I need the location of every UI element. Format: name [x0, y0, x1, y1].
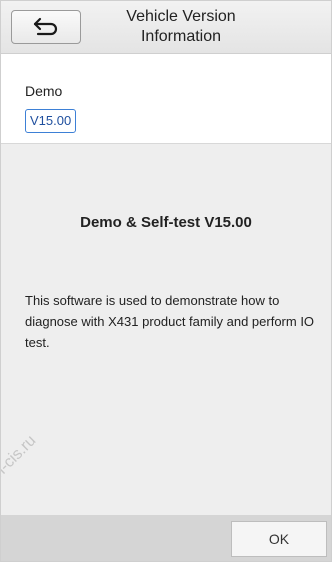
watermark-text: n-cis.ru: [0, 432, 40, 482]
title-bar: Vehicle Version Information: [1, 1, 331, 54]
description-panel: Demo & Self-test V15.00 This software is…: [1, 144, 331, 515]
footer-bar: OK: [1, 515, 331, 561]
app-window: Vehicle Version Information Demo V15.00 …: [0, 0, 332, 562]
vehicle-info-panel: Demo V15.00: [1, 54, 331, 144]
page-title-line-2: Information: [140, 28, 222, 45]
software-heading: Demo & Self-test V15.00: [80, 214, 252, 231]
page-title-line-1: Vehicle Version: [126, 8, 236, 25]
back-button[interactable]: [11, 10, 81, 44]
software-description: This software is used to demonstrate how…: [25, 293, 315, 350]
version-badge[interactable]: V15.00: [25, 109, 77, 133]
vehicle-name-label: Demo: [25, 83, 63, 99]
ok-button[interactable]: OK: [231, 521, 327, 557]
page-title: Vehicle Version Information: [91, 7, 271, 47]
return-arrow-icon: [33, 17, 58, 36]
